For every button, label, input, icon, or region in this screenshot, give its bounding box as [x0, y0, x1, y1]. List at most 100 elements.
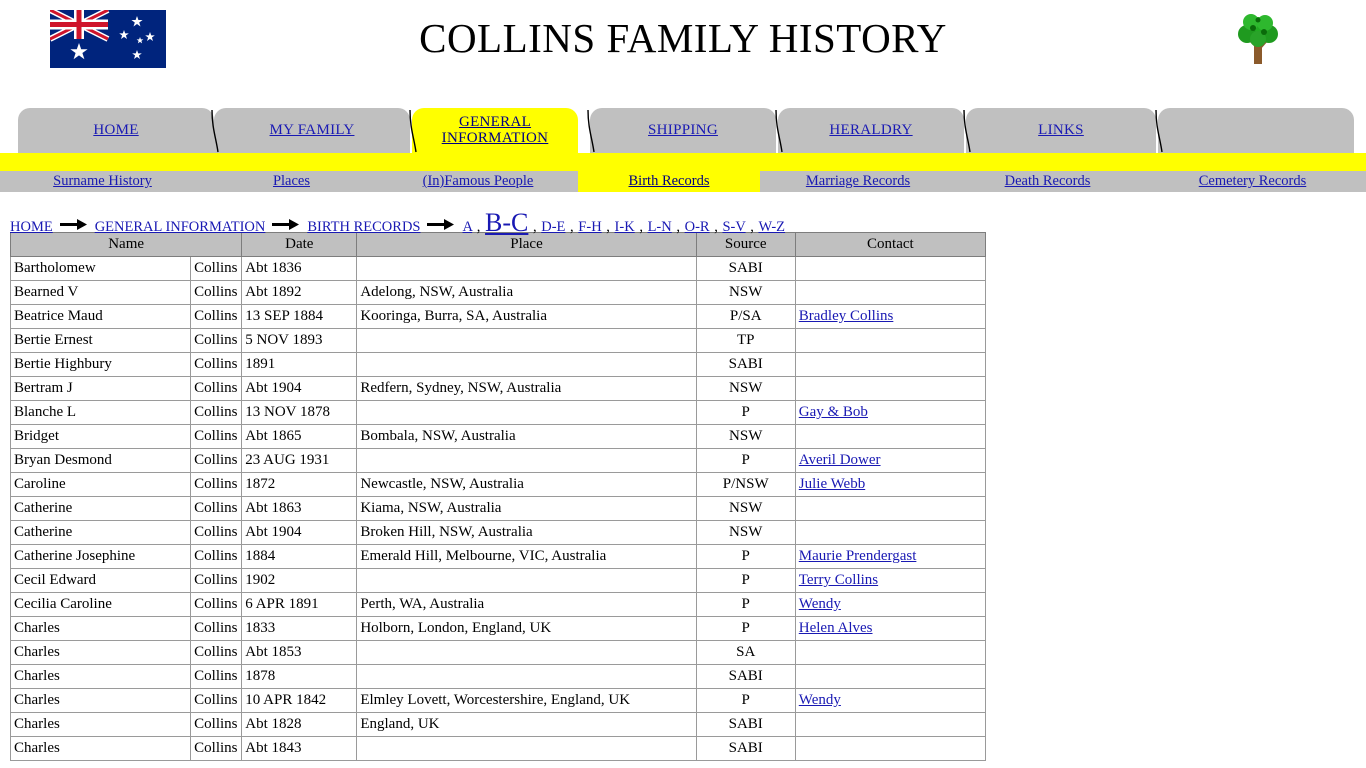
breadcrumb-link-home[interactable]: HOME — [10, 219, 53, 235]
letter-link-d-e[interactable]: D-E — [541, 219, 565, 235]
cell-given-name: Blanche L — [9, 400, 192, 425]
subnav-item-birth-records[interactable]: Birth Records — [578, 171, 760, 192]
letter-link-b-c[interactable]: B-C — [485, 208, 528, 237]
cell-surname: Collins — [190, 352, 243, 377]
cell-place — [356, 352, 697, 377]
letter-separator: , — [570, 219, 578, 235]
cell-surname: Collins — [190, 544, 243, 569]
contact-link[interactable]: Gay & Bob — [799, 404, 868, 420]
letter-link-a[interactable]: A — [462, 219, 472, 235]
subnav-item-places[interactable]: Places — [205, 171, 378, 192]
cell-place — [356, 256, 697, 281]
cell-contact — [794, 424, 987, 449]
tab-home-link[interactable]: HOME — [93, 122, 138, 139]
cell-given-name: Charles — [9, 712, 192, 737]
cell-date: Abt 1904 — [241, 520, 358, 545]
cell-source: TP — [695, 328, 796, 353]
contact-link[interactable]: Terry Collins — [799, 572, 878, 588]
cell-source: SABI — [695, 664, 796, 689]
cell-contact[interactable]: Helen Alves — [794, 616, 987, 641]
tab-shipping-link[interactable]: SHIPPING — [648, 122, 718, 139]
letter-link-w-z[interactable]: W-Z — [758, 219, 785, 235]
cell-given-name: Cecil Edward — [9, 568, 192, 593]
cell-contact[interactable]: Terry Collins — [794, 568, 987, 593]
cell-source: NSW — [695, 376, 796, 401]
tab-general-information[interactable]: GENERAL INFORMATION — [412, 108, 578, 153]
cell-date: 13 NOV 1878 — [241, 400, 358, 425]
cell-contact[interactable]: Wendy — [794, 592, 987, 617]
cell-surname: Collins — [190, 712, 243, 737]
letter-link-l-n[interactable]: L-N — [648, 219, 672, 235]
cell-contact[interactable]: Gay & Bob — [794, 400, 987, 425]
letter-link-i-k[interactable]: I-K — [615, 219, 635, 235]
table-row: Charles Collins 1878 SABI — [9, 664, 987, 689]
cell-given-name: Cecilia Caroline — [9, 592, 192, 617]
subnav-marriage-records-link[interactable]: Marriage Records — [806, 173, 910, 190]
letter-separator: , — [639, 219, 647, 235]
cell-surname: Collins — [190, 304, 243, 329]
letter-link-f-h[interactable]: F-H — [578, 219, 601, 235]
cell-place: Broken Hill, NSW, Australia — [356, 520, 697, 545]
tab-heraldry[interactable]: HERALDRY — [778, 108, 964, 153]
cell-source: P/SA — [695, 304, 796, 329]
subnav-death-records-link[interactable]: Death Records — [1005, 173, 1091, 190]
cell-contact[interactable]: Averil Dower — [794, 448, 987, 473]
tab-empty[interactable] — [1158, 108, 1354, 153]
subnav-item-surname-history[interactable]: Surname History — [0, 171, 205, 192]
cell-date: Abt 1904 — [241, 376, 358, 401]
cell-place: Kooringa, Burra, SA, Australia — [356, 304, 697, 329]
subnav-places-link[interactable]: Places — [273, 173, 310, 190]
subnav-item-death-records[interactable]: Death Records — [956, 171, 1139, 192]
subnav-infamous-people-link[interactable]: (In)Famous People — [423, 173, 534, 190]
table-body: Bartholomew Collins Abt 1836 SABI Bearned VC… — [9, 256, 987, 761]
cell-source: NSW — [695, 424, 796, 449]
cell-place — [356, 568, 697, 593]
cell-source: SABI — [695, 352, 796, 377]
subnav-surname-history-link[interactable]: Surname History — [53, 173, 152, 190]
cell-surname: Collins — [190, 256, 243, 281]
subnav-item-marriage-records[interactable]: Marriage Records — [760, 171, 956, 192]
tab-my-family-link[interactable]: MY FAMILY — [270, 122, 355, 139]
breadcrumb-link-general-information[interactable]: GENERAL INFORMATION — [95, 219, 266, 235]
cell-given-name: Bertie Ernest — [9, 328, 192, 353]
contact-link[interactable]: Julie Webb — [799, 476, 865, 492]
breadcrumb-link-birth-records[interactable]: BIRTH RECORDS — [307, 219, 420, 235]
cell-contact — [794, 352, 987, 377]
contact-link[interactable]: Maurie Prendergast — [799, 548, 917, 564]
tab-links[interactable]: LINKS — [966, 108, 1156, 153]
letter-link-s-v[interactable]: S-V — [722, 219, 745, 235]
cell-source: P — [695, 544, 796, 569]
cell-contact — [794, 712, 987, 737]
tab-my-family[interactable]: MY FAMILY — [214, 108, 410, 153]
cell-contact — [794, 736, 987, 761]
table-row: Caroline Collins 1872 Newcastle, NSW, Austr… — [9, 472, 987, 497]
tab-heraldry-link[interactable]: HERALDRY — [829, 122, 912, 139]
contact-link[interactable]: Wendy — [799, 692, 841, 708]
tab-shipping[interactable]: SHIPPING — [590, 108, 776, 153]
letter-link-o-r[interactable]: O-R — [685, 219, 710, 235]
cell-contact — [794, 280, 987, 305]
subnav-birth-records-link[interactable]: Birth Records — [629, 173, 710, 190]
cell-surname: Collins — [190, 736, 243, 761]
table-row: Catherine Collins Abt 1904 Broken Hill, NSW… — [9, 520, 987, 545]
table-row: Charles Collins 10 APR 1842 Elmley Lovett, … — [9, 688, 987, 713]
contact-link[interactable]: Averil Dower — [799, 452, 881, 468]
tab-links-link[interactable]: LINKS — [1038, 122, 1084, 139]
cell-date: 10 APR 1842 — [241, 688, 358, 713]
contact-link[interactable]: Wendy — [799, 596, 841, 612]
cell-contact[interactable]: Bradley Collins — [794, 304, 987, 329]
tab-general-information-link[interactable]: GENERAL INFORMATION — [412, 114, 578, 147]
contact-link[interactable]: Bradley Collins — [799, 308, 894, 324]
subnav-item-infamous-people[interactable]: (In)Famous People — [378, 171, 578, 192]
cell-surname: Collins — [190, 448, 243, 473]
subnav-cemetery-records-link[interactable]: Cemetery Records — [1199, 173, 1307, 190]
cell-given-name: Catherine Josephine — [9, 544, 192, 569]
cell-contact[interactable]: Julie Webb — [794, 472, 987, 497]
contact-link[interactable]: Helen Alves — [799, 620, 873, 636]
tab-home[interactable]: HOME — [18, 108, 214, 153]
cell-contact[interactable]: Maurie Prendergast — [794, 544, 987, 569]
page-header: COLLINS FAMILY HISTORY — [0, 0, 1366, 108]
cell-contact[interactable]: Wendy — [794, 688, 987, 713]
cell-source: P — [695, 592, 796, 617]
subnav-item-cemetery-records[interactable]: Cemetery Records — [1139, 171, 1366, 192]
